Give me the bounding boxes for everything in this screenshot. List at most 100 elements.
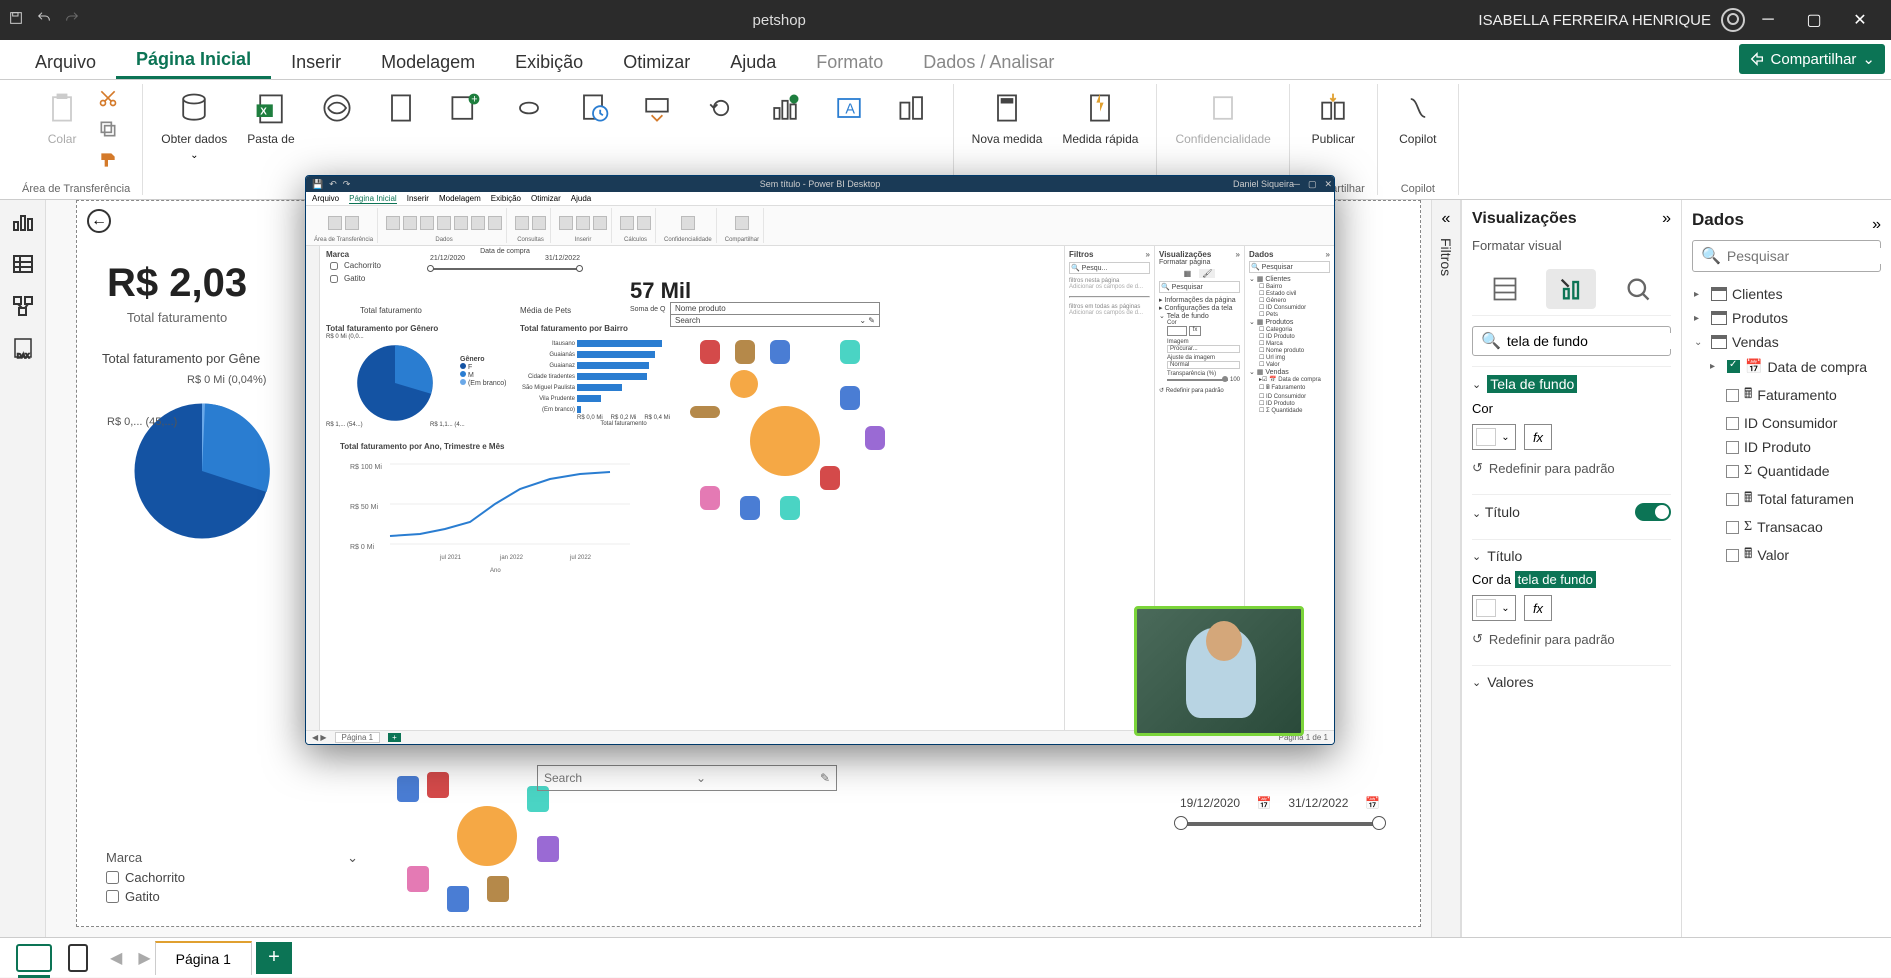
quick-measure-button[interactable]: Medida rápida	[1056, 84, 1144, 150]
collapse-icon[interactable]: »	[1662, 210, 1671, 228]
textbox-button[interactable]: A	[821, 84, 877, 132]
report-view-icon[interactable]	[11, 210, 35, 234]
maximize-button[interactable]: ▢	[1308, 179, 1317, 190]
analytics-mode[interactable]	[1613, 269, 1663, 309]
desktop-layout-icon[interactable]	[16, 944, 52, 972]
fld-valor[interactable]: 🖩Valor	[1692, 539, 1881, 571]
minimize-button[interactable]: ─	[1745, 0, 1791, 40]
sec-tela-fundo[interactable]: ⌄Tela de fundo	[1472, 375, 1671, 393]
date-slicer[interactable]: 19/12/2020📅 31/12/2022📅	[1180, 796, 1380, 826]
reset-button-2[interactable]: ↺Redefinir para padrão	[1472, 631, 1671, 647]
table-vendas[interactable]: ⌄Vendas	[1692, 330, 1881, 354]
tab-arquivo[interactable]: Arquivo	[15, 46, 116, 79]
marca-cachorrito[interactable]: Cachorrito	[102, 868, 362, 887]
table-produtos[interactable]: ▸Produtos	[1692, 306, 1881, 330]
save-icon[interactable]	[8, 10, 24, 31]
sec-titulo2[interactable]: ⌄Título	[1472, 548, 1671, 564]
slider-thumb-right[interactable]	[1372, 816, 1386, 830]
fld-id-produto[interactable]: ID Produto	[1692, 435, 1881, 459]
next-page-icon[interactable]: ▶	[138, 948, 150, 968]
overlay-canvas[interactable]: Marca Cachorrito Gatito Data de compra 2…	[320, 246, 1064, 730]
product-search[interactable]: Search ⌄ ✎	[537, 765, 837, 791]
fld-data-compra[interactable]: ▸📅Data de compra	[1692, 354, 1881, 379]
expand-icon[interactable]: «	[1442, 210, 1451, 228]
back-button[interactable]: ←	[87, 209, 111, 233]
data-search[interactable]: 🔍	[1692, 240, 1881, 272]
fld-transacao[interactable]: ΣTransacao	[1692, 515, 1881, 539]
table-view-icon[interactable]	[11, 252, 35, 276]
checkbox-icon[interactable]	[1726, 417, 1739, 430]
marca-slicer[interactable]: Marca⌄ Cachorrito Gatito	[102, 848, 362, 906]
fld-id-consumidor[interactable]: ID Consumidor	[1692, 411, 1881, 435]
copilot-button[interactable]: Copilot	[1390, 84, 1446, 150]
tab-modelagem[interactable]: Modelagem	[361, 46, 495, 79]
excel-button[interactable]: XPasta de	[241, 84, 300, 150]
maximize-button[interactable]: ▢	[1791, 0, 1837, 40]
fld-faturamento[interactable]: 🖩Faturamento	[1692, 379, 1881, 411]
sql-button[interactable]	[373, 84, 429, 132]
paste-button[interactable]: Colar	[34, 84, 90, 150]
checkbox-icon[interactable]	[1726, 389, 1739, 402]
checkbox-icon[interactable]	[1726, 493, 1739, 506]
get-data-button[interactable]: Obter dados⌄	[155, 84, 233, 165]
share-button[interactable]: Compartilhar ⌄	[1739, 44, 1885, 74]
cut-icon[interactable]	[98, 88, 118, 113]
tab-formato[interactable]: Formato	[796, 46, 903, 79]
prev-page-icon[interactable]: ◀	[110, 948, 122, 968]
tab-exibicao[interactable]: Exibição	[495, 46, 603, 79]
tab-otimizar[interactable]: Otimizar	[603, 46, 710, 79]
dataverse-button[interactable]	[501, 84, 557, 132]
redo-icon[interactable]: ↷	[343, 179, 351, 190]
redo-icon[interactable]	[64, 10, 80, 31]
table-clientes[interactable]: ▸Clientes	[1692, 282, 1881, 306]
close-button[interactable]: ✕	[1837, 0, 1883, 40]
recent-button[interactable]	[565, 84, 621, 132]
mobile-layout-icon[interactable]	[68, 944, 88, 972]
close-button[interactable]: ✕	[1324, 179, 1332, 190]
color-picker-2[interactable]: ⌄	[1472, 595, 1516, 621]
save-icon[interactable]: 💾	[312, 179, 323, 190]
format-search-input[interactable]	[1507, 333, 1681, 349]
checkbox-icon[interactable]	[1727, 360, 1740, 373]
reset-button[interactable]: ↺Redefinir para padrão	[1472, 460, 1671, 476]
enter-data-button[interactable]: +	[437, 84, 493, 132]
copy-icon[interactable]	[98, 119, 118, 144]
pie-chart[interactable]: R$ 0 Mi (0,04%) R$ 0,... (45,...)	[127, 386, 277, 561]
onelake-button[interactable]	[309, 84, 365, 132]
publish-button[interactable]: Publicar	[1305, 84, 1361, 150]
tab-dados[interactable]: Dados / Analisar	[903, 46, 1074, 79]
tab-inicial[interactable]: Página Inicial	[116, 43, 271, 79]
refresh-button[interactable]	[693, 84, 749, 132]
model-view-icon[interactable]	[11, 294, 35, 318]
add-page-button[interactable]: +	[388, 733, 401, 742]
checkbox-icon[interactable]	[1726, 441, 1739, 454]
marca-gatito[interactable]: Gatito	[102, 887, 362, 906]
format-painter-icon[interactable]	[98, 150, 118, 175]
sec-titulo[interactable]: ⌄ Título	[1472, 503, 1671, 521]
dax-view-icon[interactable]: DAX	[11, 336, 35, 360]
format-search[interactable]: 🔍 ✕	[1472, 326, 1671, 356]
undo-icon[interactable]	[36, 10, 52, 31]
pencil-icon[interactable]: ✎	[820, 771, 830, 785]
checkbox-icon[interactable]	[1726, 549, 1739, 562]
fx-button[interactable]: fx	[1524, 424, 1552, 450]
color-picker[interactable]: ⌄	[1472, 424, 1516, 450]
fld-total-fat[interactable]: 🖩Total faturamen	[1692, 483, 1881, 515]
new-measure-button[interactable]: Nova medida	[966, 84, 1049, 150]
chevron-down-icon[interactable]: ⌄	[347, 850, 358, 866]
checkbox-icon[interactable]	[1726, 465, 1739, 478]
slider-thumb-left[interactable]	[1174, 816, 1188, 830]
avatar-icon[interactable]	[1721, 8, 1745, 32]
transform-button[interactable]	[629, 84, 685, 132]
sec-valores[interactable]: ⌄Valores	[1472, 674, 1671, 690]
new-visual-button[interactable]	[757, 84, 813, 132]
minimize-button[interactable]: ─	[1294, 179, 1300, 190]
fx-button-2[interactable]: fx	[1524, 595, 1552, 621]
filters-collapsed[interactable]: « Filtros	[1431, 200, 1461, 937]
titulo-toggle[interactable]	[1635, 503, 1671, 521]
fld-quantidade[interactable]: ΣQuantidade	[1692, 459, 1881, 483]
tab-inserir[interactable]: Inserir	[271, 46, 361, 79]
tab-ajuda[interactable]: Ajuda	[710, 46, 796, 79]
format-mode[interactable]	[1546, 269, 1596, 309]
collapse-icon[interactable]: »	[1872, 216, 1881, 234]
